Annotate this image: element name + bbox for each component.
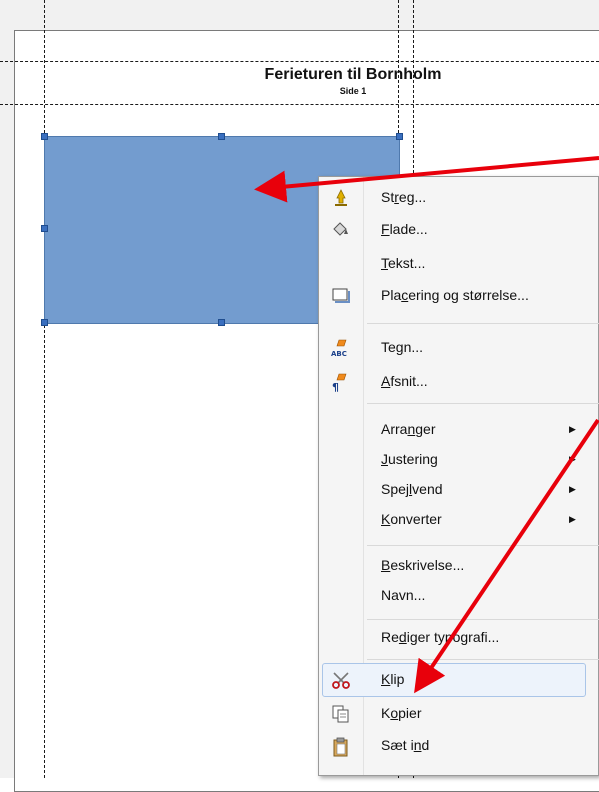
annotation-arrows: [254, 156, 599, 694]
annotation-arrow-to-cut: [414, 418, 599, 694]
annotation-arrow-to-shape: [254, 156, 599, 203]
